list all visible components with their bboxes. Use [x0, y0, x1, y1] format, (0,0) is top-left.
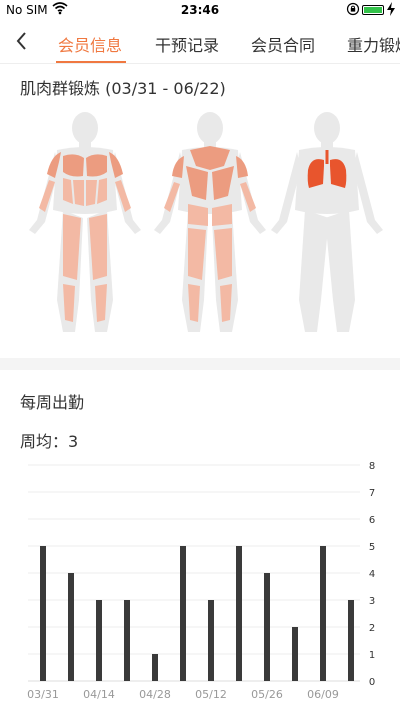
bar [208, 600, 214, 681]
weekly-average-value: 3 [68, 432, 79, 451]
y-tick-label: 0 [369, 677, 375, 688]
battery-icon [362, 5, 384, 15]
tab-member-contract[interactable]: 会员合同 [251, 32, 315, 56]
weekly-average-label: 周均： [20, 432, 69, 451]
lung-body-figure [271, 112, 383, 332]
y-tick-label: 3 [369, 596, 375, 607]
y-tick-label: 2 [369, 623, 375, 634]
y-tick-label: 5 [369, 542, 375, 553]
rotation-lock-icon [346, 2, 360, 19]
x-tick-label: 05/26 [251, 688, 283, 701]
y-tick-label: 4 [369, 569, 375, 580]
y-tick-label: 7 [369, 488, 375, 499]
x-tick-label: 04/14 [83, 688, 115, 701]
tab-intervention-records[interactable]: 干预记录 [155, 32, 219, 56]
back-body-figure [154, 112, 266, 332]
tab-member-info[interactable]: 会员信息 [58, 32, 122, 56]
bar [348, 600, 354, 681]
bar [320, 546, 326, 681]
bar [96, 600, 102, 681]
attendance-section-title: 每周出勤 [20, 393, 85, 412]
active-tab-indicator [56, 61, 126, 63]
front-body-figure [29, 112, 141, 332]
bar [292, 627, 298, 681]
clock: 23:46 [180, 3, 220, 17]
section-divider [0, 358, 400, 370]
bar [180, 546, 186, 681]
y-tick-label: 8 [369, 461, 375, 472]
muscle-section-title: 肌肉群锻炼 (03/31 - 06/22) [20, 79, 226, 98]
x-tick-label: 05/12 [195, 688, 227, 701]
bar [68, 573, 74, 681]
tab-gravity-training[interactable]: 重力锻炼 [347, 32, 400, 56]
bar [152, 654, 158, 681]
top-navigation: 会员信息 干预记录 会员合同 重力锻炼 [0, 20, 400, 64]
bar [124, 600, 130, 681]
x-tick-label: 03/31 [27, 688, 59, 701]
status-bar: No SIM 23:46 [0, 0, 400, 20]
charging-icon [386, 2, 396, 19]
y-tick-label: 6 [369, 515, 375, 526]
x-tick-label: 04/28 [139, 688, 171, 701]
weekly-attendance-chart: 0 1 2 3 4 5 6 7 8 03/31 04/14 04/28 05/12 05/26 06/09 [27, 461, 375, 701]
back-arrow-icon[interactable] [10, 28, 34, 54]
bar [40, 546, 46, 681]
x-tick-label: 06/09 [307, 688, 339, 701]
weekly-average: 周均：3 [20, 428, 78, 452]
body-figures [29, 112, 383, 332]
y-tick-label: 1 [369, 650, 375, 661]
bar [236, 546, 242, 681]
bar [264, 573, 270, 681]
